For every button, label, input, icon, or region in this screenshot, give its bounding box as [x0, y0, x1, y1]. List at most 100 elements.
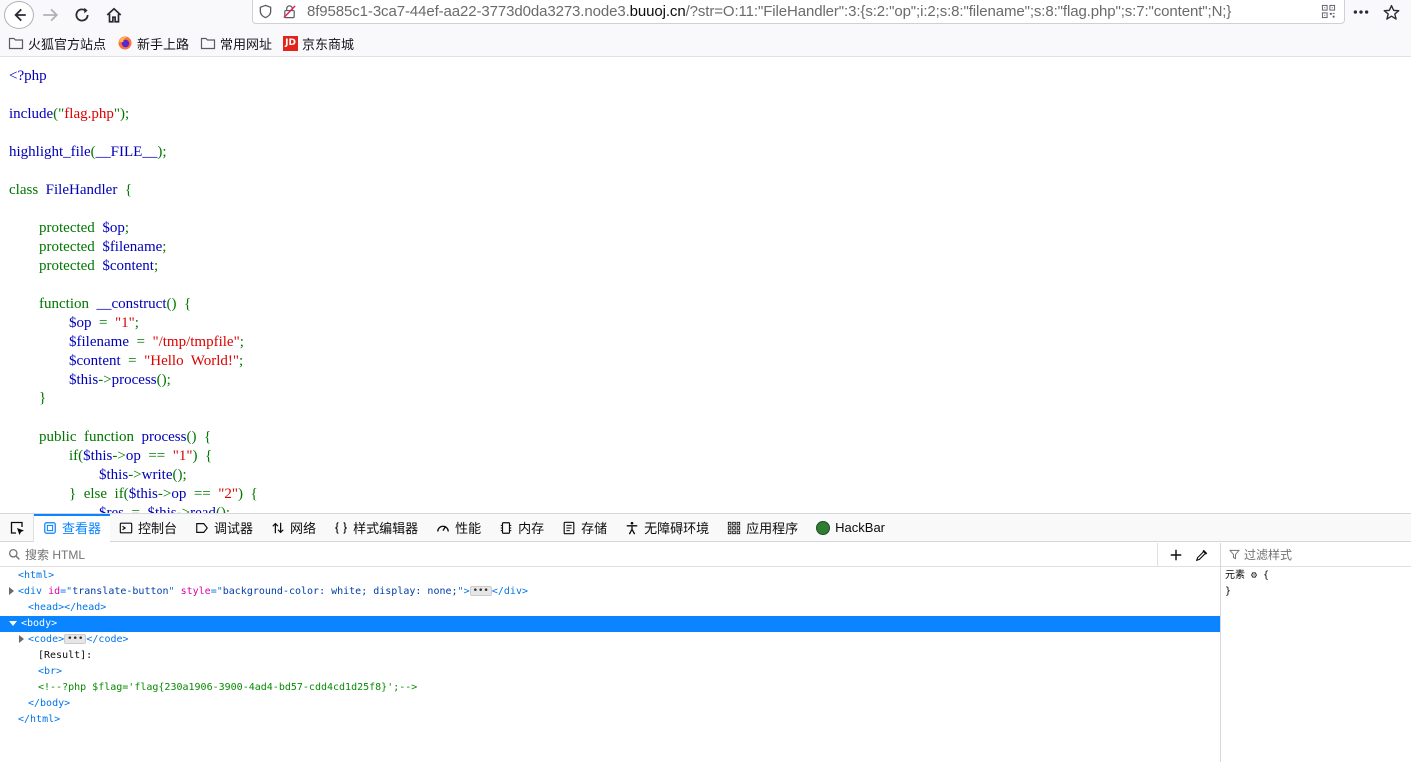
bookmark-star-button[interactable] [1383, 0, 1400, 24]
collapsed-children-button[interactable]: ••• [64, 634, 87, 644]
plus-icon [1170, 549, 1182, 560]
source-line: public function process() { [9, 428, 211, 447]
url-prefix: 8f9585c1-3ca7-44ef-aa22-3773d0da3273.nod… [307, 3, 630, 20]
filter-icon [1229, 549, 1240, 560]
markup-node[interactable]: [Result]: [0, 648, 1220, 664]
source-line: protected $filename; [9, 238, 166, 257]
markup-node[interactable]: <div id="translate-button" style="backgr… [0, 584, 1220, 600]
tab-storage[interactable]: 存储 [553, 514, 616, 542]
tab-label: 内存 [518, 521, 545, 536]
accessibility-icon [626, 521, 638, 534]
tab-inspector[interactable]: 查看器 [34, 513, 111, 542]
page-actions-button[interactable] [1352, 0, 1370, 24]
markup-token: <br> [38, 666, 63, 677]
source-token: ; [162, 239, 167, 255]
source-token: () { [166, 296, 192, 312]
tab-network[interactable]: 网络 [262, 514, 325, 542]
collapse-twisty-icon[interactable] [9, 620, 17, 626]
source-token: $this [9, 372, 99, 388]
rule-line: 元素 ⚙ { [1225, 570, 1270, 581]
source-line: } else if($this->op == "2") { [9, 485, 258, 504]
markup-node[interactable]: <body> [0, 616, 1220, 632]
bookmark-item[interactable]: JD 京东商城 [283, 34, 354, 53]
source-line: <?php [9, 67, 47, 86]
tab-accessibility[interactable]: 无障碍环境 [616, 514, 718, 542]
source-token: process [111, 372, 157, 388]
element-picker-button[interactable] [0, 513, 34, 542]
console-icon [119, 522, 133, 533]
bookmarks-toolbar: 火狐官方站点 新手上路 常用网址 JD 京东商城 [0, 30, 1411, 57]
eyedropper-button[interactable] [1192, 545, 1212, 565]
markup-token: </html> [18, 714, 61, 725]
tab-performance[interactable]: 性能 [427, 514, 490, 542]
bookmark-item[interactable]: 常用网址 [200, 34, 272, 53]
source-token: highlight_file [9, 144, 91, 160]
source-token: () { [186, 429, 212, 445]
tab-label: 查看器 [62, 521, 102, 536]
markup-token: <div [18, 586, 49, 597]
source-token: (); [156, 372, 171, 388]
markup-token: =" [210, 586, 223, 597]
expand-twisty-icon[interactable] [9, 587, 14, 595]
folder-icon [8, 37, 24, 50]
markup-token: id [48, 586, 61, 597]
source-token: $content [102, 258, 154, 274]
markup-token: =" [60, 586, 73, 597]
markup-node[interactable]: </body> [0, 696, 1220, 712]
qr-code-icon[interactable] [1321, 4, 1336, 19]
markup-node[interactable]: <head></head> [0, 600, 1220, 616]
hackbar-icon [816, 520, 831, 535]
source-token: protected [9, 239, 103, 255]
source-token: "/tmp/tmpfile" [152, 334, 240, 350]
forward-arrow-icon [43, 8, 59, 22]
expand-twisty-icon[interactable] [19, 635, 24, 643]
markup-token: <head></head> [28, 602, 107, 613]
tab-hackbar[interactable]: HackBar [807, 514, 894, 542]
source-token: -> [128, 467, 142, 483]
filter-styles-input[interactable] [1244, 544, 1404, 565]
tab-style-editor[interactable]: 样式编辑器 [325, 514, 427, 542]
collapsed-children-button[interactable]: ••• [469, 586, 492, 596]
home-button[interactable] [98, 0, 130, 30]
markup-node[interactable]: <br> [0, 664, 1220, 680]
markup-node[interactable]: <!--?php $flag='flag{230a1906-3900-4ad4-… [0, 680, 1220, 696]
source-token: ) { [192, 448, 213, 464]
back-button[interactable] [4, 1, 34, 29]
source-token: write [141, 467, 173, 483]
source-token: if( [9, 448, 84, 464]
forward-button[interactable] [34, 0, 66, 30]
tracking-shield-icon[interactable] [253, 1, 277, 23]
tab-label: 调试器 [214, 521, 254, 536]
tab-memory[interactable]: 内存 [490, 514, 553, 542]
tab-label: 网络 [290, 521, 317, 536]
source-token: include [9, 106, 54, 122]
tab-application[interactable]: 应用程序 [718, 514, 807, 542]
nav-toolbar: 8f9585c1-3ca7-44ef-aa22-3773d0da3273.nod… [0, 0, 1411, 30]
markup-token: " [168, 586, 181, 597]
tab-debugger[interactable]: 调试器 [186, 514, 262, 542]
inspector-toolbar [0, 542, 1220, 567]
add-node-button[interactable] [1166, 545, 1186, 565]
source-token: $res [9, 505, 132, 513]
bookmark-item[interactable]: 新手上路 [117, 34, 189, 53]
markup-node[interactable]: </html> [0, 712, 1220, 728]
rules-panel: 元素 ⚙ {} [1221, 543, 1411, 762]
source-token: $this [83, 448, 113, 464]
tab-label: 控制台 [138, 521, 178, 536]
reload-button[interactable] [66, 0, 98, 30]
source-token: protected [9, 220, 103, 236]
insecure-lock-icon[interactable] [277, 1, 301, 23]
tab-console[interactable]: 控制台 [110, 514, 186, 542]
markup-node[interactable]: <code> ••• </code> [0, 632, 1220, 648]
markup-node[interactable]: <html> [0, 568, 1220, 584]
bookmark-item[interactable]: 火狐官方站点 [8, 34, 106, 53]
source-token: } else if( [9, 486, 129, 502]
search-html-input[interactable] [21, 544, 1157, 565]
source-line: } [9, 389, 46, 408]
tab-label: 性能 [455, 521, 482, 536]
performance-icon [437, 525, 449, 532]
url-bar[interactable]: 8f9585c1-3ca7-44ef-aa22-3773d0da3273.nod… [252, 0, 1345, 24]
bookmark-label: 新手上路 [137, 36, 190, 52]
source-token: FileHandler [45, 182, 125, 198]
url-text[interactable]: 8f9585c1-3ca7-44ef-aa22-3773d0da3273.nod… [301, 3, 1321, 20]
